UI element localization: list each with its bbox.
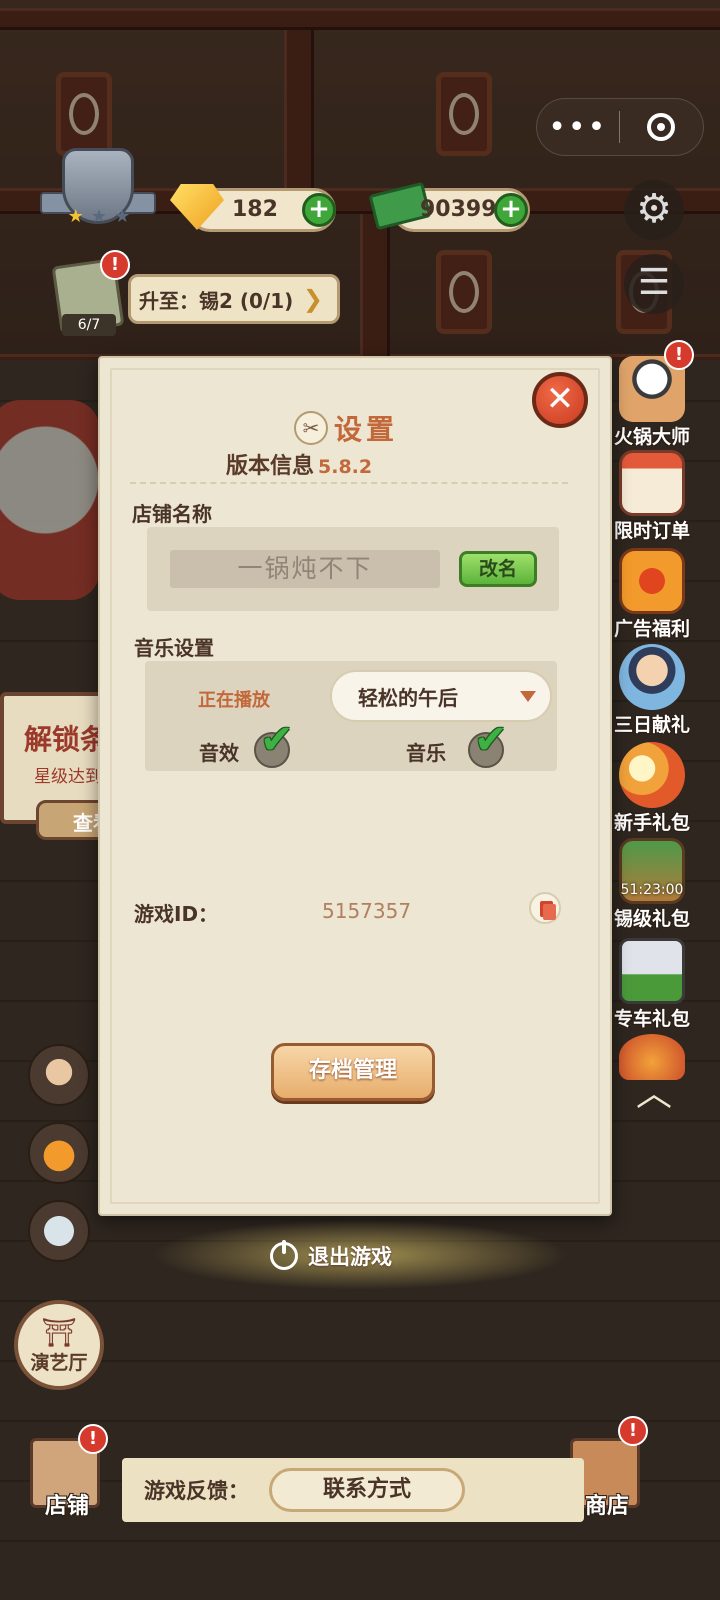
- character-gift-icon: [619, 644, 685, 710]
- exit-game-button[interactable]: 退出游戏: [270, 1238, 392, 1274]
- wrench-screwdriver-icon: ✂: [294, 411, 328, 445]
- sfx-label: 音效: [199, 741, 239, 765]
- side-item-label: 新手礼包: [613, 812, 690, 834]
- now-playing-label: 正在播放: [198, 690, 270, 711]
- rename-button[interactable]: 改名: [459, 551, 537, 587]
- dialog-header: ✂ 设置: [294, 408, 398, 448]
- feedback-bar: 游戏反馈： 联系方式: [122, 1458, 584, 1522]
- side-item-limited-orders[interactable]: 限时订单: [612, 450, 692, 543]
- cash-value: 90399: [420, 197, 497, 222]
- feedback-label: 游戏反馈：: [144, 1479, 249, 1503]
- checkmark-icon: ✔: [474, 717, 508, 763]
- power-icon: [270, 1240, 298, 1270]
- side-item-label: 限时订单: [613, 520, 690, 542]
- gear-icon[interactable]: ⚙: [624, 180, 684, 240]
- copy-icon[interactable]: [529, 892, 561, 924]
- game-id-label: 游戏ID：: [134, 902, 219, 926]
- divider: [130, 482, 568, 484]
- quest-progress: 6/7: [62, 314, 116, 336]
- side-item-label: 三日献礼: [613, 714, 690, 736]
- music-checkbox[interactable]: ✔: [468, 720, 508, 768]
- star-icon: ★: [90, 206, 108, 227]
- theater-icon: ⛩: [41, 1316, 77, 1349]
- theater-button[interactable]: ⛩ 演艺厅: [14, 1300, 104, 1390]
- upgrade-text: 升至：锡2 (0/1): [139, 288, 294, 313]
- side-item-ad-rewards[interactable]: 广告福利: [612, 548, 692, 641]
- game-id-value: 5157357: [322, 899, 412, 923]
- version-label: 版本信息: [226, 454, 315, 479]
- side-item-three-day-gift[interactable]: 三日献礼: [612, 644, 692, 737]
- side-item-label: 锡级礼包: [613, 908, 690, 930]
- side-item-label: 广告福利: [613, 618, 690, 640]
- tv-play-icon: [619, 548, 685, 614]
- rank-stars: ★ ★ ★: [64, 206, 134, 227]
- version-info: 版本信息 5.8.2: [226, 448, 372, 480]
- alert-badge-icon: !: [618, 1416, 648, 1446]
- side-item-label: 专车礼包: [613, 1008, 690, 1030]
- car-gift-icon: [619, 938, 685, 1004]
- side-item-tin-pack[interactable]: 51:23:00 锡级礼包: [612, 838, 692, 931]
- food-bundle-icon: [619, 742, 685, 808]
- side-item-starter-pack[interactable]: 新手礼包: [612, 742, 692, 835]
- music-settings-label: 音乐设置: [134, 636, 214, 660]
- unlock-title: 解锁条: [24, 723, 108, 756]
- shop-name-field: 一锅炖不下: [170, 550, 440, 588]
- gift-box-icon[interactable]: [28, 1122, 90, 1184]
- recipe-book-icon[interactable]: [28, 1200, 90, 1262]
- gem-value: 182: [232, 197, 278, 222]
- sfx-checkbox[interactable]: ✔: [254, 720, 294, 768]
- contact-button[interactable]: 联系方式: [269, 1468, 465, 1512]
- countdown-timer: 51:23:00: [620, 882, 684, 898]
- calendar-order-icon: [619, 450, 685, 516]
- side-item-car-pack[interactable]: 专车礼包: [612, 938, 692, 1031]
- version-number: 5.8.2: [318, 456, 373, 478]
- save-management-button[interactable]: 存档管理: [271, 1043, 435, 1101]
- close-icon[interactable]: ✕: [532, 372, 588, 428]
- chevron-right-icon: ❯: [302, 285, 323, 313]
- shop-tab-label: 店铺: [44, 1494, 89, 1519]
- friends-icon[interactable]: [28, 1044, 90, 1106]
- more-dots-icon[interactable]: •••: [537, 110, 619, 145]
- add-cash-button[interactable]: +: [494, 193, 528, 227]
- dialog-title: 设置: [334, 413, 399, 446]
- star-icon: ★: [67, 206, 84, 227]
- music-label: 音乐: [406, 741, 446, 765]
- alert-badge-icon: !: [664, 340, 694, 370]
- exit-game-label: 退出游戏: [308, 1245, 392, 1269]
- shop-name-label: 店铺名称: [132, 502, 212, 526]
- add-gems-button[interactable]: +: [302, 193, 336, 227]
- checkmark-icon: ✔: [260, 717, 294, 763]
- copy-sheet: [543, 904, 556, 920]
- star-icon: ★: [114, 206, 131, 227]
- alert-badge-icon: !: [78, 1424, 108, 1454]
- alert-badge-icon: !: [100, 250, 130, 280]
- theater-label: 演艺厅: [30, 1352, 88, 1374]
- dropdown-caret-icon: [520, 690, 536, 702]
- target-close-icon[interactable]: [620, 113, 704, 141]
- task-list-icon[interactable]: ☰: [624, 254, 684, 314]
- side-item-label: 火锅大师: [613, 426, 690, 448]
- rank-badge[interactable]: ★ ★ ★: [40, 148, 156, 230]
- music-track-value: 轻松的午后: [358, 685, 458, 710]
- chevron-up-icon[interactable]: ︿: [632, 1076, 676, 1112]
- unlock-subtitle: 星级达到: [34, 767, 102, 787]
- music-track-select[interactable]: 轻松的午后: [330, 670, 552, 722]
- miniprogram-capsule: •••: [536, 98, 704, 156]
- upgrade-goal[interactable]: 升至：锡2 (0/1) ❯: [128, 274, 340, 324]
